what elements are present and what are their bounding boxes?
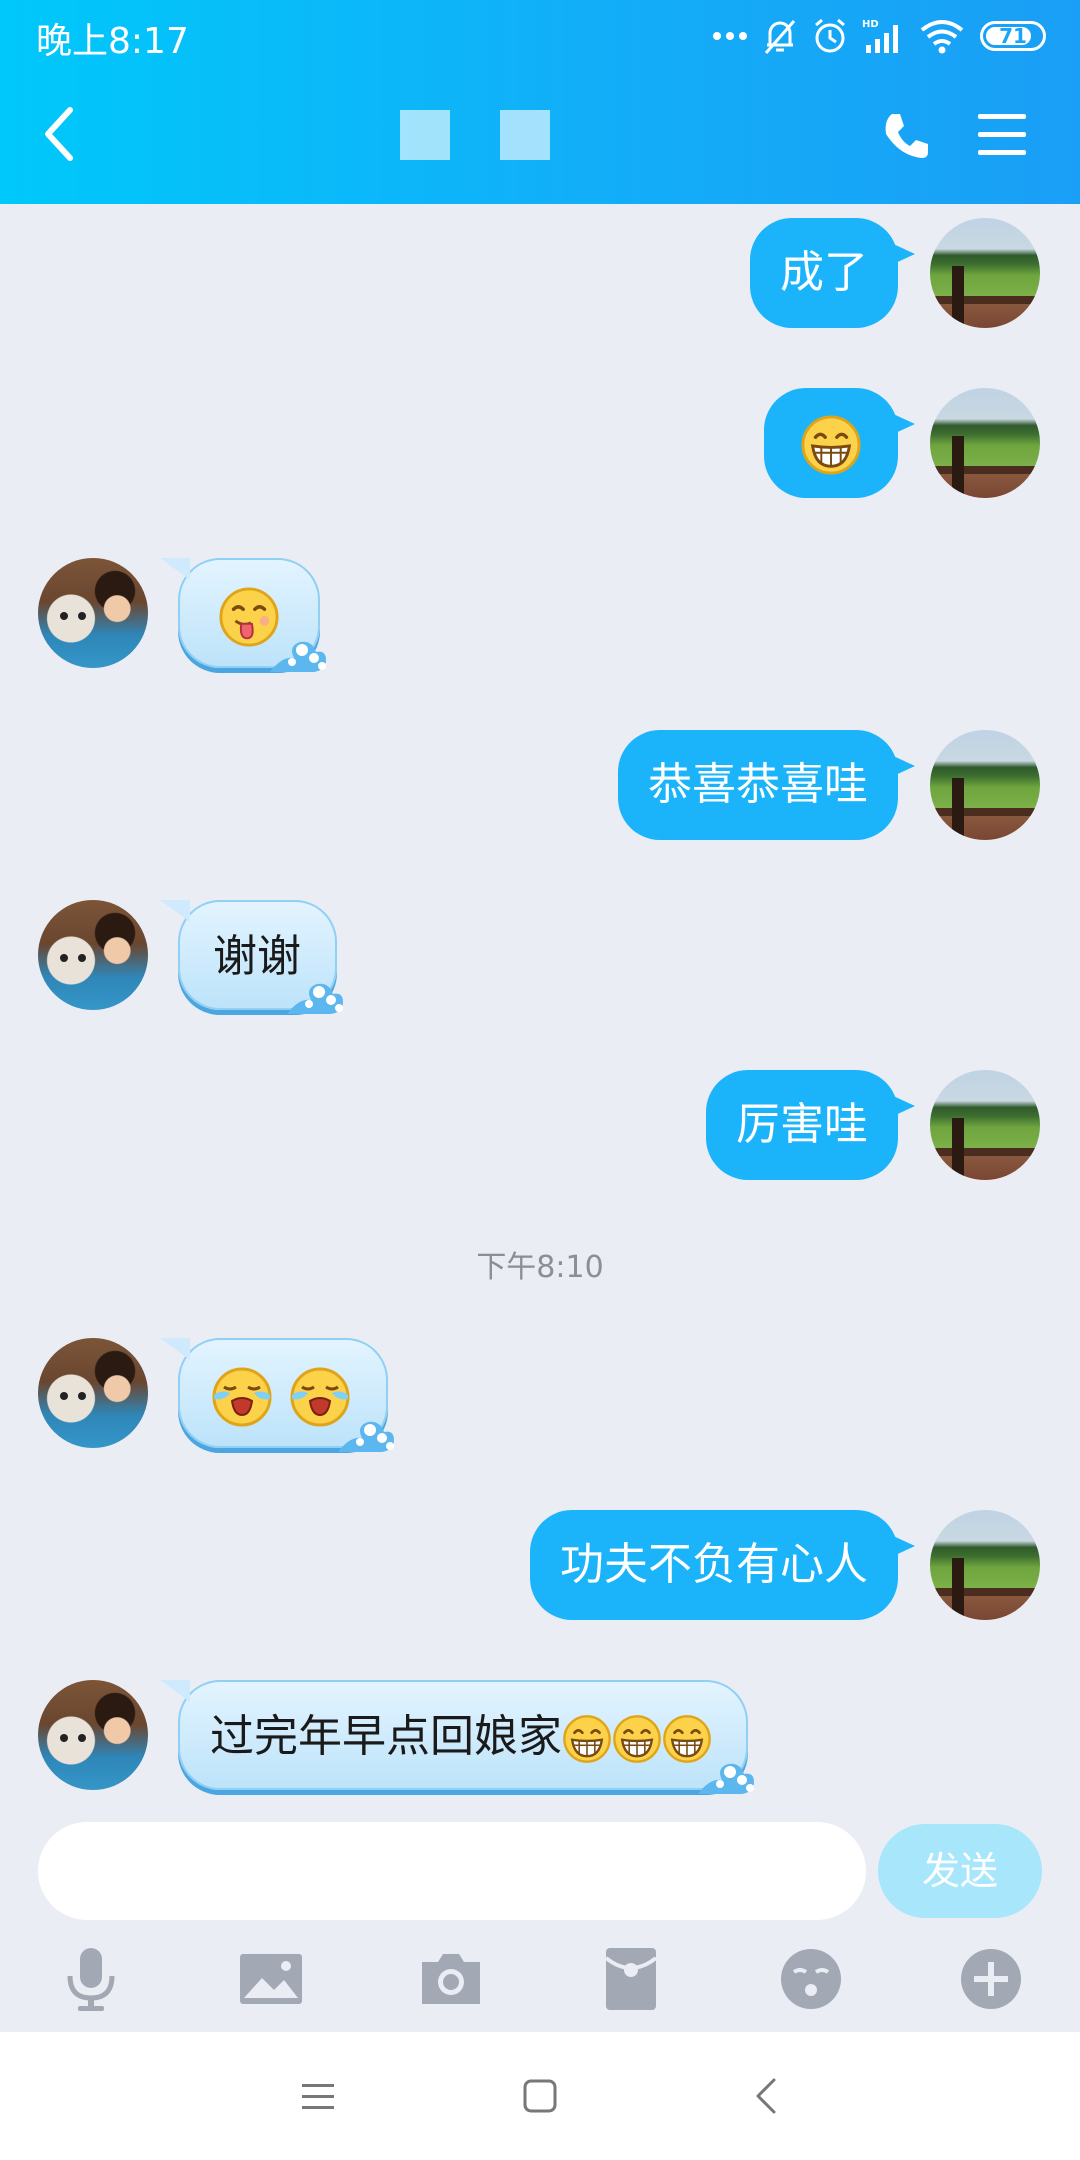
recent-apps-icon[interactable]: [286, 2064, 350, 2128]
friend-avatar[interactable]: [38, 558, 148, 668]
phone-icon[interactable]: [878, 108, 934, 164]
message-bubble[interactable]: [160, 558, 320, 668]
microphone-icon[interactable]: [56, 1944, 126, 2014]
back-button[interactable]: [34, 102, 86, 166]
message-text: 过完年早点回娘家: [210, 1711, 562, 1762]
crying-emoji-icon: [210, 1365, 274, 1429]
friend-avatar[interactable]: [38, 900, 148, 1010]
message-bubble[interactable]: 成了: [750, 218, 915, 328]
friend-avatar[interactable]: [38, 1338, 148, 1448]
send-button[interactable]: 发送: [878, 1824, 1042, 1918]
my-avatar[interactable]: [930, 730, 1040, 840]
chat-header: 晚上8:17 HD 71: [0, 0, 1080, 204]
message-bubble[interactable]: 功夫不负有心人: [530, 1510, 915, 1620]
alarm-icon: [815, 18, 845, 53]
system-nav-bar: [0, 2032, 1080, 2160]
plus-icon[interactable]: [956, 1944, 1026, 2014]
my-avatar[interactable]: [930, 1510, 1040, 1620]
chat-title-redacted[interactable]: [400, 110, 600, 166]
wave-decoration-icon: [696, 1758, 756, 1796]
message-bubble[interactable]: 谢谢: [160, 900, 337, 1010]
composer: 发送: [0, 1812, 1080, 2032]
svg-text:HD: HD: [862, 19, 879, 30]
back-icon[interactable]: [736, 2064, 800, 2128]
message-bubble[interactable]: 恭喜恭喜哇: [618, 730, 915, 840]
message-bubble[interactable]: 厉害哇: [706, 1070, 915, 1180]
camera-icon[interactable]: [416, 1944, 486, 2014]
my-avatar[interactable]: [930, 218, 1040, 328]
hd-signal-icon: HD: [862, 19, 898, 53]
message-text: 谢谢: [213, 931, 301, 982]
image-icon[interactable]: [236, 1944, 306, 2014]
wave-decoration-icon: [336, 1416, 396, 1454]
battery-level: 71: [999, 24, 1027, 48]
message-input[interactable]: [38, 1822, 866, 1920]
grin-emoji-icon: [612, 1714, 662, 1764]
redaction-block: [500, 110, 550, 160]
friend-avatar[interactable]: [38, 1680, 148, 1790]
home-icon[interactable]: [508, 2064, 572, 2128]
message-bubble[interactable]: [160, 1338, 388, 1448]
grin-emoji-icon: [662, 1714, 712, 1764]
battery-icon: 71: [980, 21, 1046, 51]
wave-decoration-icon: [268, 636, 328, 674]
status-bar: 晚上8:17 HD 71: [0, 0, 1080, 70]
grin-emoji-icon: [562, 1714, 612, 1764]
message-bubble[interactable]: 过完年早点回娘家: [160, 1680, 748, 1790]
message-bubble[interactable]: [764, 388, 915, 498]
emoji-icon[interactable]: [776, 1944, 846, 2014]
wifi-icon: [920, 20, 964, 54]
grin-emoji-icon: [800, 414, 862, 476]
status-time: 晚上8:17: [36, 21, 189, 62]
redaction-block: [400, 110, 450, 160]
time-divider: 下午8:10: [476, 1250, 604, 1285]
status-icons: HD 71: [698, 14, 1046, 58]
composer-toolbar: [0, 1944, 1080, 2032]
my-avatar[interactable]: [930, 388, 1040, 498]
mute-bell-icon: [764, 20, 796, 54]
more-dots-icon: [713, 32, 747, 40]
red-packet-icon[interactable]: [596, 1944, 666, 2014]
wave-decoration-icon: [285, 978, 345, 1016]
hamburger-menu-icon[interactable]: [976, 110, 1028, 160]
my-avatar[interactable]: [930, 1070, 1040, 1180]
